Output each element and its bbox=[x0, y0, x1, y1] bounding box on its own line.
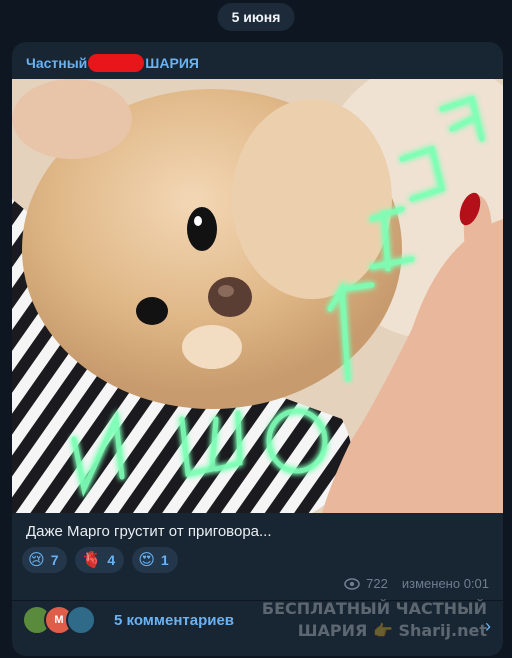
chevron-right-icon[interactable]: › bbox=[485, 616, 491, 637]
channel-name-right: ШАРИЯ bbox=[145, 55, 199, 71]
watermark-line: ШАРИЯ bbox=[297, 621, 368, 640]
reaction-heart-eyes[interactable]: 😍 1 bbox=[132, 547, 178, 573]
anatomical-heart-icon: 🫀 bbox=[81, 552, 102, 569]
post-photo[interactable] bbox=[12, 79, 503, 513]
reaction-heart[interactable]: 🫀 4 bbox=[75, 547, 125, 573]
watermark-line: БЕСПЛАТНЫЙ ЧАСТНЫЙ bbox=[261, 599, 487, 618]
post-caption: Даже Марго грустит от приговора... bbox=[26, 523, 272, 540]
avatar bbox=[66, 605, 96, 635]
view-count: 722 bbox=[366, 576, 388, 591]
watermark-line: ШАРИЯ 👉 Sharij.net bbox=[262, 620, 487, 642]
commenter-avatars: М bbox=[22, 605, 96, 635]
heart-eyes-icon: 😍 bbox=[138, 552, 155, 569]
watermark-line: Sharij.net bbox=[398, 621, 487, 640]
post-meta: 722 изменено 0:01 bbox=[344, 576, 489, 591]
reaction-count: 4 bbox=[107, 552, 116, 568]
comments-button[interactable]: М 5 комментариев bbox=[22, 605, 234, 635]
edited-label: изменено 0:01 bbox=[401, 576, 489, 591]
channel-name[interactable]: Частный ШАРИЯ bbox=[26, 54, 199, 72]
eye-icon bbox=[344, 577, 360, 590]
redaction-mark bbox=[88, 54, 145, 72]
reaction-count: 1 bbox=[160, 552, 169, 568]
channel-name-left: Частный bbox=[26, 55, 88, 71]
reactions-bar: 😢 7 🫀 4 😍 1 bbox=[22, 547, 178, 573]
reaction-crying[interactable]: 😢 7 bbox=[22, 547, 68, 573]
comments-count-label: 5 комментариев bbox=[114, 611, 235, 629]
pointing-hand-icon: 👉 bbox=[372, 621, 393, 640]
reaction-count: 7 bbox=[50, 552, 59, 568]
dog-photo-illustration bbox=[12, 79, 503, 513]
date-separator: 5 июня bbox=[217, 3, 295, 31]
crying-face-icon: 😢 bbox=[28, 552, 45, 569]
channel-post: Частный ШАРИЯ Даже Марго грустит от приг… bbox=[12, 42, 503, 656]
watermark: БЕСПЛАТНЫЙ ЧАСТНЫЙ ШАРИЯ 👉 Sharij.net bbox=[262, 598, 487, 642]
